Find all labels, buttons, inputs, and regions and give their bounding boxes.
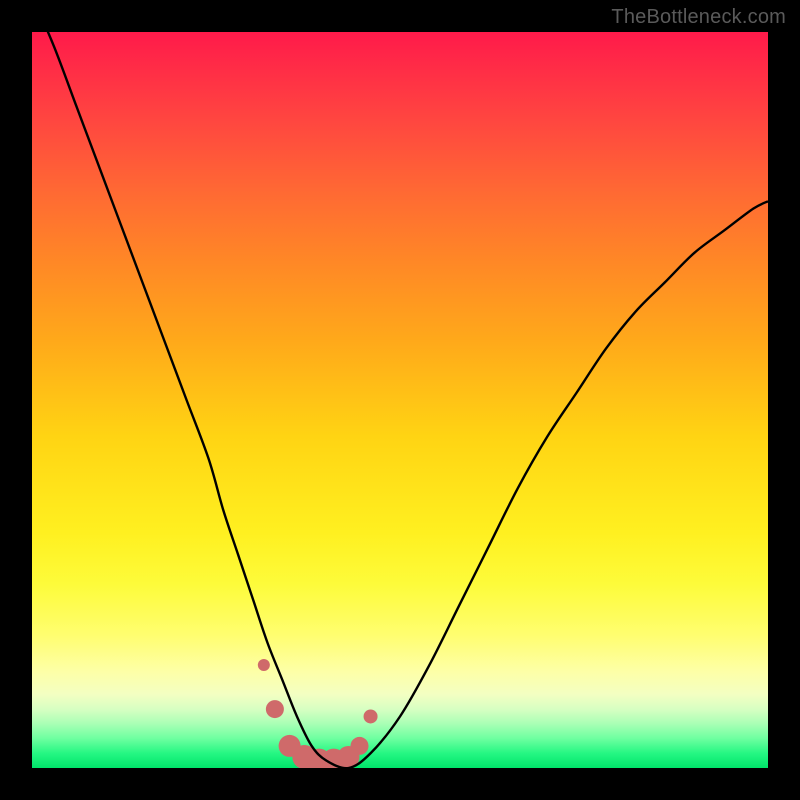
bottleneck-curve (32, 32, 768, 768)
marker-series (258, 659, 378, 768)
chart-frame: TheBottleneck.com (0, 0, 800, 800)
highlight-marker (364, 709, 378, 723)
highlight-marker (258, 659, 270, 671)
watermark-label: TheBottleneck.com (611, 6, 786, 29)
highlight-marker (266, 700, 284, 718)
highlight-marker (351, 737, 369, 755)
plot-area (32, 32, 768, 768)
chart-svg (32, 32, 768, 768)
